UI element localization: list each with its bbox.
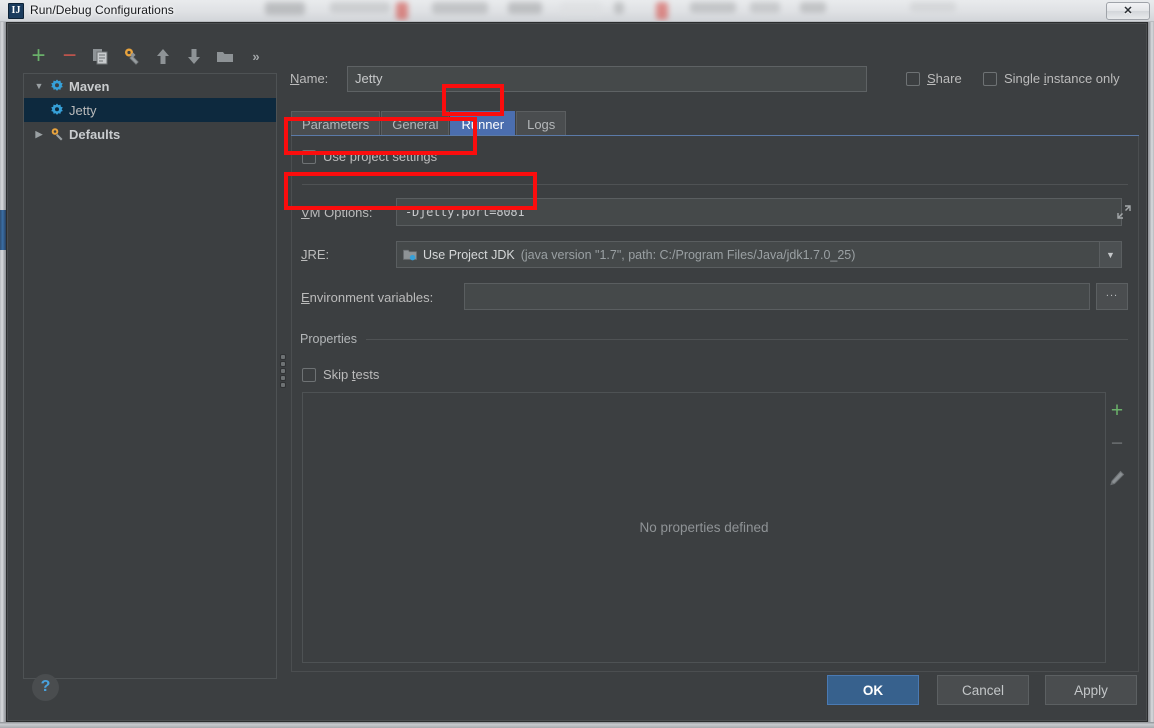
name-input[interactable]: Jetty (347, 66, 867, 92)
name-label: Name: (290, 71, 329, 86)
tab-parameters[interactable]: Parameters (291, 111, 381, 136)
vm-options-input[interactable]: -Djetty.port=8081 (396, 198, 1122, 226)
edit-property-button[interactable] (1107, 468, 1127, 488)
copy-configuration-button[interactable] (85, 43, 116, 69)
remove-property-button[interactable]: − (1107, 432, 1127, 455)
single-instance-checkbox[interactable]: Single instance only (983, 71, 1120, 86)
plus-icon: + (31, 42, 46, 69)
environment-variables-input[interactable] (464, 283, 1090, 310)
checkbox-box[interactable] (302, 367, 316, 382)
tree-node-maven[interactable]: ▼ Maven (24, 74, 276, 98)
properties-section-rule (366, 339, 1128, 340)
help-button[interactable]: ? (32, 674, 59, 701)
background-smudge (690, 2, 736, 13)
share-checkbox[interactable]: Share (906, 71, 962, 86)
skip-tests-checkbox[interactable]: Skip tests (302, 367, 379, 382)
create-folder-button[interactable] (209, 43, 240, 69)
background-smudge (750, 2, 780, 13)
skip-tests-label: Skip tests (323, 367, 380, 382)
checkbox-box[interactable] (983, 71, 997, 86)
checkbox-box[interactable] (906, 71, 920, 86)
title-bar: IJ Run/Debug Configurations ✕ (0, 0, 1154, 22)
expand-diagonal-icon[interactable] (1116, 204, 1132, 220)
checkbox-box[interactable] (302, 149, 316, 164)
add-configuration-button[interactable]: + (23, 43, 54, 69)
jre-selected-value: Use Project JDK (423, 247, 515, 262)
application-window: IJ Run/Debug Configurations ✕ + − » ▼ Ma… (0, 0, 1154, 728)
tree-node-label: Maven (69, 78, 110, 94)
single-instance-label: Single instance only (1004, 71, 1120, 86)
more-actions-button[interactable]: » (240, 43, 271, 69)
tab-runner[interactable]: Runner (450, 111, 516, 136)
twisty-expanded-icon[interactable]: ▼ (30, 81, 48, 91)
arrow-up-icon (156, 48, 169, 64)
wrench-gear-icon (124, 48, 139, 65)
background-smudge (330, 2, 390, 13)
properties-list[interactable]: No properties defined (302, 392, 1106, 663)
use-project-settings-checkbox[interactable]: Use project settings (302, 149, 437, 164)
run-debug-configurations-dialog: + − » ▼ Maven Jetty ▶ Defaults Name: Jet… (6, 22, 1148, 722)
environment-variables-label: Environment variables: (301, 290, 434, 305)
background-smudge (432, 2, 488, 14)
background-smudge (800, 2, 826, 13)
remove-configuration-button[interactable]: − (54, 43, 85, 69)
jre-path-detail: (java version "1.7", path: C:/Program Fi… (520, 247, 856, 262)
tab-logs[interactable]: Logs (516, 111, 567, 136)
apply-button[interactable]: Apply (1045, 675, 1137, 705)
settings-tabs[interactable]: Parameters General Runner Logs (291, 109, 567, 136)
tree-node-label: Defaults (69, 126, 121, 142)
panel-splitter[interactable] (278, 353, 287, 389)
properties-actions: + − (1106, 392, 1128, 663)
background-smudge (656, 2, 668, 20)
minus-icon: − (62, 42, 77, 69)
window-frame-bottom (0, 722, 1154, 728)
minus-icon: − (1110, 432, 1124, 455)
background-smudge (265, 2, 305, 15)
properties-section-title: Properties (300, 332, 363, 346)
background-smudge (910, 2, 956, 12)
properties-empty-message: No properties defined (639, 520, 769, 535)
window-frame-right (1148, 22, 1154, 728)
jre-combobox[interactable]: Use Project JDK (java version "1.7", pat… (396, 241, 1122, 268)
share-label: Share (927, 71, 962, 86)
twisty-collapsed-icon[interactable]: ▶ (30, 129, 48, 140)
edit-defaults-button[interactable] (116, 43, 147, 69)
pencil-icon (1110, 470, 1125, 486)
jdk-folder-icon (403, 249, 417, 260)
configurations-tree[interactable]: ▼ Maven Jetty ▶ Defaults (23, 73, 277, 679)
wrench-gear-icon (48, 126, 66, 142)
intellij-idea-icon: IJ (8, 3, 24, 19)
chevron-double-right-icon: » (252, 48, 259, 64)
cancel-button[interactable]: Cancel (937, 675, 1029, 705)
folder-icon (216, 51, 233, 62)
background-smudge (560, 2, 602, 15)
chevron-down-icon[interactable]: ▼ (1099, 242, 1121, 267)
add-property-button[interactable]: + (1107, 398, 1127, 422)
background-smudge (508, 2, 542, 14)
copy-icon (93, 48, 108, 64)
maven-gear-icon (48, 78, 66, 94)
maven-gear-icon (48, 102, 66, 118)
jre-label: JRE: (301, 247, 330, 262)
tree-node-defaults[interactable]: ▶ Defaults (24, 122, 276, 146)
close-icon[interactable]: ✕ (1106, 2, 1150, 20)
configurations-toolbar: + − » (23, 41, 285, 71)
runner-tab-panel: Use project settings VM Options: -Djetty… (291, 136, 1139, 672)
move-down-button[interactable] (178, 43, 209, 69)
tree-node-jetty[interactable]: Jetty (24, 98, 276, 122)
background-smudge (396, 2, 408, 20)
move-up-button[interactable] (147, 43, 178, 69)
arrow-down-icon (187, 48, 200, 64)
divider (302, 184, 1128, 185)
tree-node-label: Jetty (69, 102, 97, 118)
environment-variables-browse-button[interactable]: ... (1096, 283, 1128, 310)
background-smudge (614, 2, 624, 14)
use-project-settings-label: Use project settings (323, 149, 438, 164)
tab-general[interactable]: General (381, 111, 450, 136)
vm-options-label: VM Options: (301, 205, 373, 220)
ok-button[interactable]: OK (827, 675, 919, 705)
plus-icon: + (1110, 398, 1124, 422)
window-title: Run/Debug Configurations (30, 3, 174, 17)
